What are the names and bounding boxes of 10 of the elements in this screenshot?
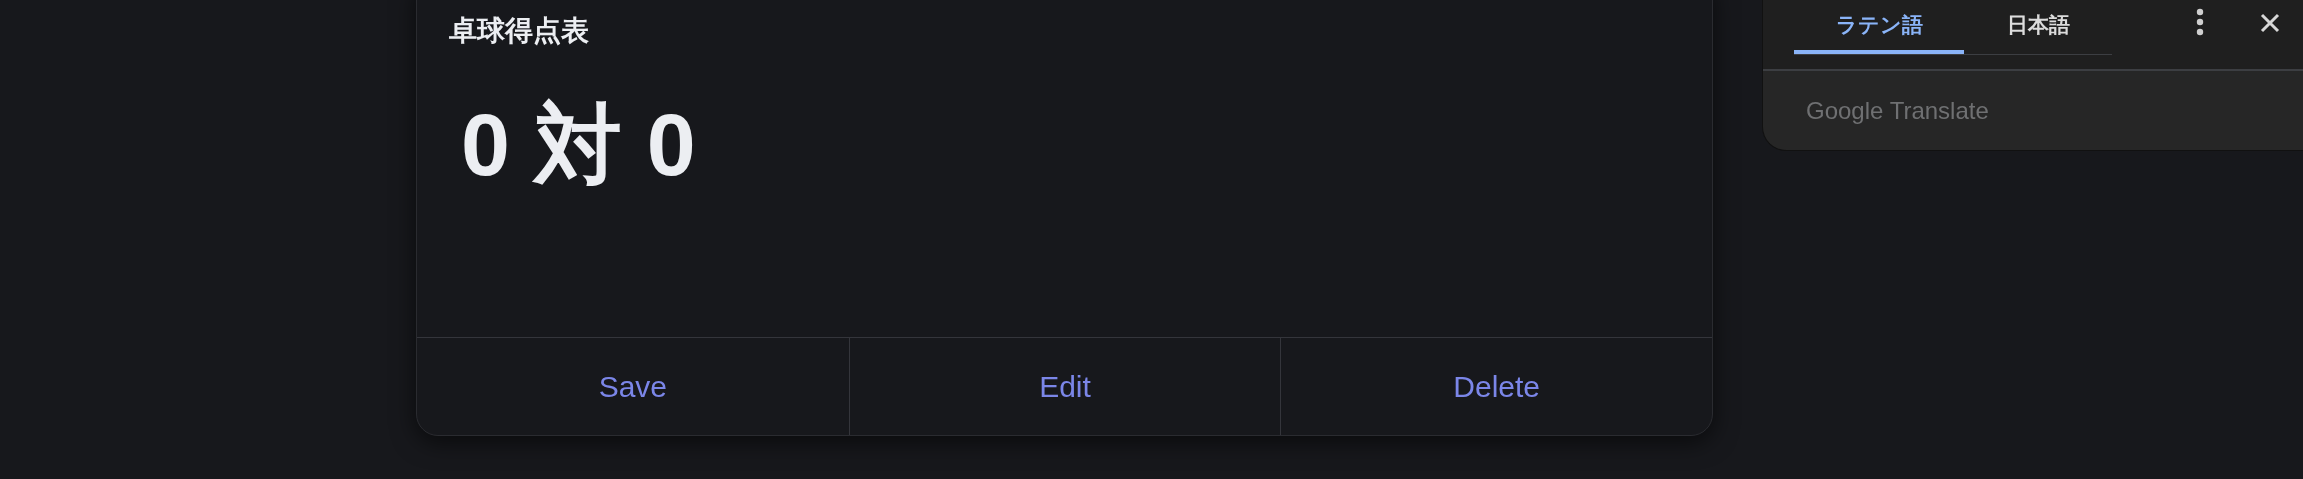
card-title: 卓球得点表 — [448, 14, 590, 45]
action-button[interactable]: Save — [417, 338, 849, 435]
more-icon[interactable] — [2196, 8, 2204, 36]
action-button[interactable]: Edit — [848, 338, 1281, 435]
close-icon[interactable] — [2260, 13, 2280, 33]
language-tab[interactable]: 日本語 — [1964, 0, 2112, 54]
language-tab[interactable]: ラテン語 — [1794, 0, 1964, 54]
score-text: 0 対 0 — [460, 94, 697, 196]
translate-branding: Google Translate — [1805, 96, 1990, 125]
action-button[interactable]: Delete — [1280, 338, 1712, 435]
